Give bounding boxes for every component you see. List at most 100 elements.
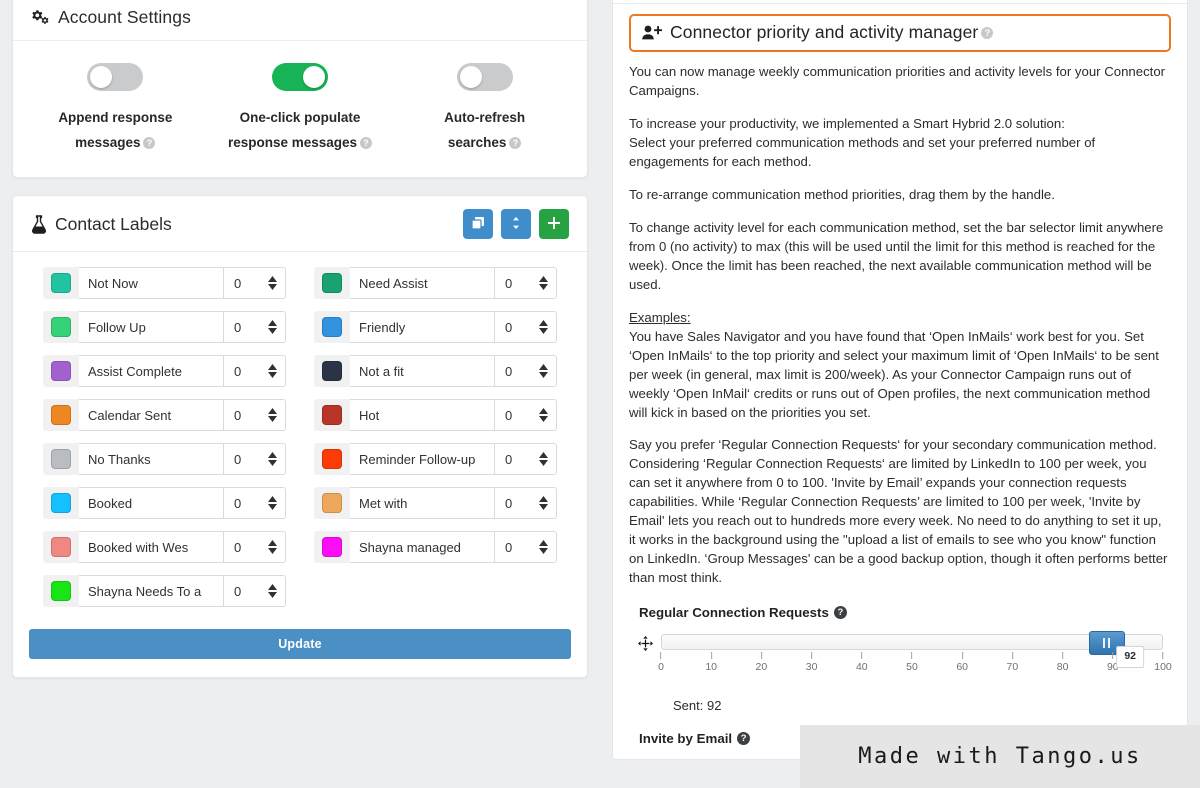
- label-color-swatch[interactable]: [322, 361, 342, 381]
- label-color-swatch-box[interactable]: [43, 575, 79, 607]
- stepper-arrows[interactable]: [539, 364, 548, 378]
- label-name-input[interactable]: Shayna managed: [350, 531, 495, 563]
- label-count-stepper[interactable]: 0: [495, 311, 557, 343]
- toggle-knob: [90, 66, 113, 88]
- stepper-arrows[interactable]: [539, 276, 548, 290]
- label-color-swatch[interactable]: [322, 493, 342, 513]
- label-name-input[interactable]: Shayna Needs To a: [79, 575, 224, 607]
- label-name-input[interactable]: Booked with Wes: [79, 531, 224, 563]
- label-color-swatch-box[interactable]: [43, 267, 79, 299]
- label-color-swatch[interactable]: [51, 273, 71, 293]
- label-color-swatch-box[interactable]: [43, 443, 79, 475]
- stepper-arrows[interactable]: [268, 320, 277, 334]
- label-color-swatch[interactable]: [322, 537, 342, 557]
- update-button[interactable]: Update: [29, 629, 571, 659]
- stepper-arrows[interactable]: [268, 540, 277, 554]
- toggle-auto-refresh-searches[interactable]: [456, 63, 513, 91]
- slider-label-text: Regular Connection Requests: [639, 605, 829, 620]
- label-name-input[interactable]: No Thanks: [79, 443, 224, 475]
- stepper-arrows[interactable]: [268, 408, 277, 422]
- label-name-input[interactable]: Reminder Follow-up: [350, 443, 495, 475]
- label-color-swatch[interactable]: [322, 273, 342, 293]
- stepper-arrows[interactable]: [539, 320, 548, 334]
- help-icon[interactable]: ?: [509, 137, 522, 149]
- slider-label-text: Invite by Email: [639, 731, 733, 746]
- label-color-swatch-box[interactable]: [314, 267, 350, 299]
- label-color-swatch[interactable]: [51, 581, 71, 601]
- label-count-stepper[interactable]: 0: [224, 311, 286, 343]
- label-color-swatch[interactable]: [322, 317, 342, 337]
- help-icon[interactable]: ?: [981, 26, 994, 39]
- stepper-arrows[interactable]: [268, 276, 277, 290]
- toggle-label-line2-wrap: response messages?: [208, 130, 393, 155]
- help-icon[interactable]: ?: [143, 137, 156, 149]
- clone-labels-button[interactable]: [463, 209, 493, 239]
- label-count-stepper[interactable]: 0: [495, 267, 557, 299]
- move-icon[interactable]: [629, 634, 661, 651]
- label-count-stepper[interactable]: 0: [495, 399, 557, 431]
- label-count-stepper[interactable]: 0: [224, 443, 286, 475]
- label-name-input[interactable]: Booked: [79, 487, 224, 519]
- label-color-swatch-box[interactable]: [314, 355, 350, 387]
- label-name-input[interactable]: Not Now: [79, 267, 224, 299]
- stepper-arrows[interactable]: [268, 584, 277, 598]
- label-count-stepper[interactable]: 0: [224, 399, 286, 431]
- label-color-swatch-box[interactable]: [43, 487, 79, 519]
- label-color-swatch-box[interactable]: [43, 399, 79, 431]
- slider-regular-connection-requests[interactable]: 0 10 20 30 40 50 60 70 80 90 100 92: [658, 631, 1172, 682]
- label-color-swatch-box[interactable]: [314, 311, 350, 343]
- stepper-arrows[interactable]: [539, 496, 548, 510]
- stepper-arrows[interactable]: [268, 364, 277, 378]
- label-color-swatch-box[interactable]: [314, 531, 350, 563]
- help-icon[interactable]: ?: [833, 606, 847, 619]
- stepper-arrows[interactable]: [268, 452, 277, 466]
- label-color-swatch[interactable]: [322, 449, 342, 469]
- label-name-input[interactable]: Follow Up: [79, 311, 224, 343]
- add-label-button[interactable]: [539, 209, 569, 239]
- sort-labels-button[interactable]: [501, 209, 531, 239]
- label-count-stepper[interactable]: 0: [224, 487, 286, 519]
- label-color-swatch[interactable]: [51, 449, 71, 469]
- toggle-append-response-messages[interactable]: [87, 63, 144, 91]
- label-color-swatch-box[interactable]: [43, 355, 79, 387]
- label-color-swatch-box[interactable]: [314, 443, 350, 475]
- stepper-arrows[interactable]: [539, 452, 548, 466]
- label-name-input[interactable]: Hot: [350, 399, 495, 431]
- label-name-input[interactable]: Need Assist: [350, 267, 495, 299]
- label-name-input[interactable]: Assist Complete: [79, 355, 224, 387]
- label-color-swatch-box[interactable]: [314, 487, 350, 519]
- label-name-input[interactable]: Not a fit: [350, 355, 495, 387]
- label-color-swatch-box[interactable]: [314, 399, 350, 431]
- label-count-stepper[interactable]: 0: [495, 355, 557, 387]
- examples-block: Examples: You have Sales Navigator and y…: [629, 308, 1171, 422]
- tick-mark: [760, 652, 762, 659]
- label-count-stepper[interactable]: 0: [224, 267, 286, 299]
- stepper-arrows[interactable]: [539, 408, 548, 422]
- label-color-swatch[interactable]: [51, 493, 71, 513]
- label-color-swatch-box[interactable]: [43, 531, 79, 563]
- slider-track[interactable]: [661, 631, 1163, 655]
- label-count-stepper[interactable]: 0: [495, 487, 557, 519]
- label-count-stepper[interactable]: 0: [495, 531, 557, 563]
- label-color-swatch[interactable]: [51, 405, 71, 425]
- plus-icon: [547, 216, 561, 233]
- label-color-swatch[interactable]: [322, 405, 342, 425]
- help-icon[interactable]: ?: [360, 137, 373, 149]
- label-count-stepper[interactable]: 0: [224, 531, 286, 563]
- toggle-one-click-populate-response-messages[interactable]: [272, 63, 328, 91]
- contact-label-row: Booked 0: [43, 487, 286, 519]
- label-name-input[interactable]: Friendly: [350, 311, 495, 343]
- toggle-cell-auto-refresh-searches: Auto-refresh searches?: [392, 63, 577, 155]
- label-count-stepper[interactable]: 0: [224, 575, 286, 607]
- label-color-swatch[interactable]: [51, 537, 71, 557]
- label-color-swatch[interactable]: [51, 361, 71, 381]
- label-name-input[interactable]: Met with: [350, 487, 495, 519]
- label-count-stepper[interactable]: 0: [224, 355, 286, 387]
- help-icon[interactable]: ?: [737, 732, 751, 745]
- label-name-input[interactable]: Calendar Sent: [79, 399, 224, 431]
- stepper-arrows[interactable]: [268, 496, 277, 510]
- label-color-swatch-box[interactable]: [43, 311, 79, 343]
- label-color-swatch[interactable]: [51, 317, 71, 337]
- label-count-stepper[interactable]: 0: [495, 443, 557, 475]
- stepper-arrows[interactable]: [539, 540, 548, 554]
